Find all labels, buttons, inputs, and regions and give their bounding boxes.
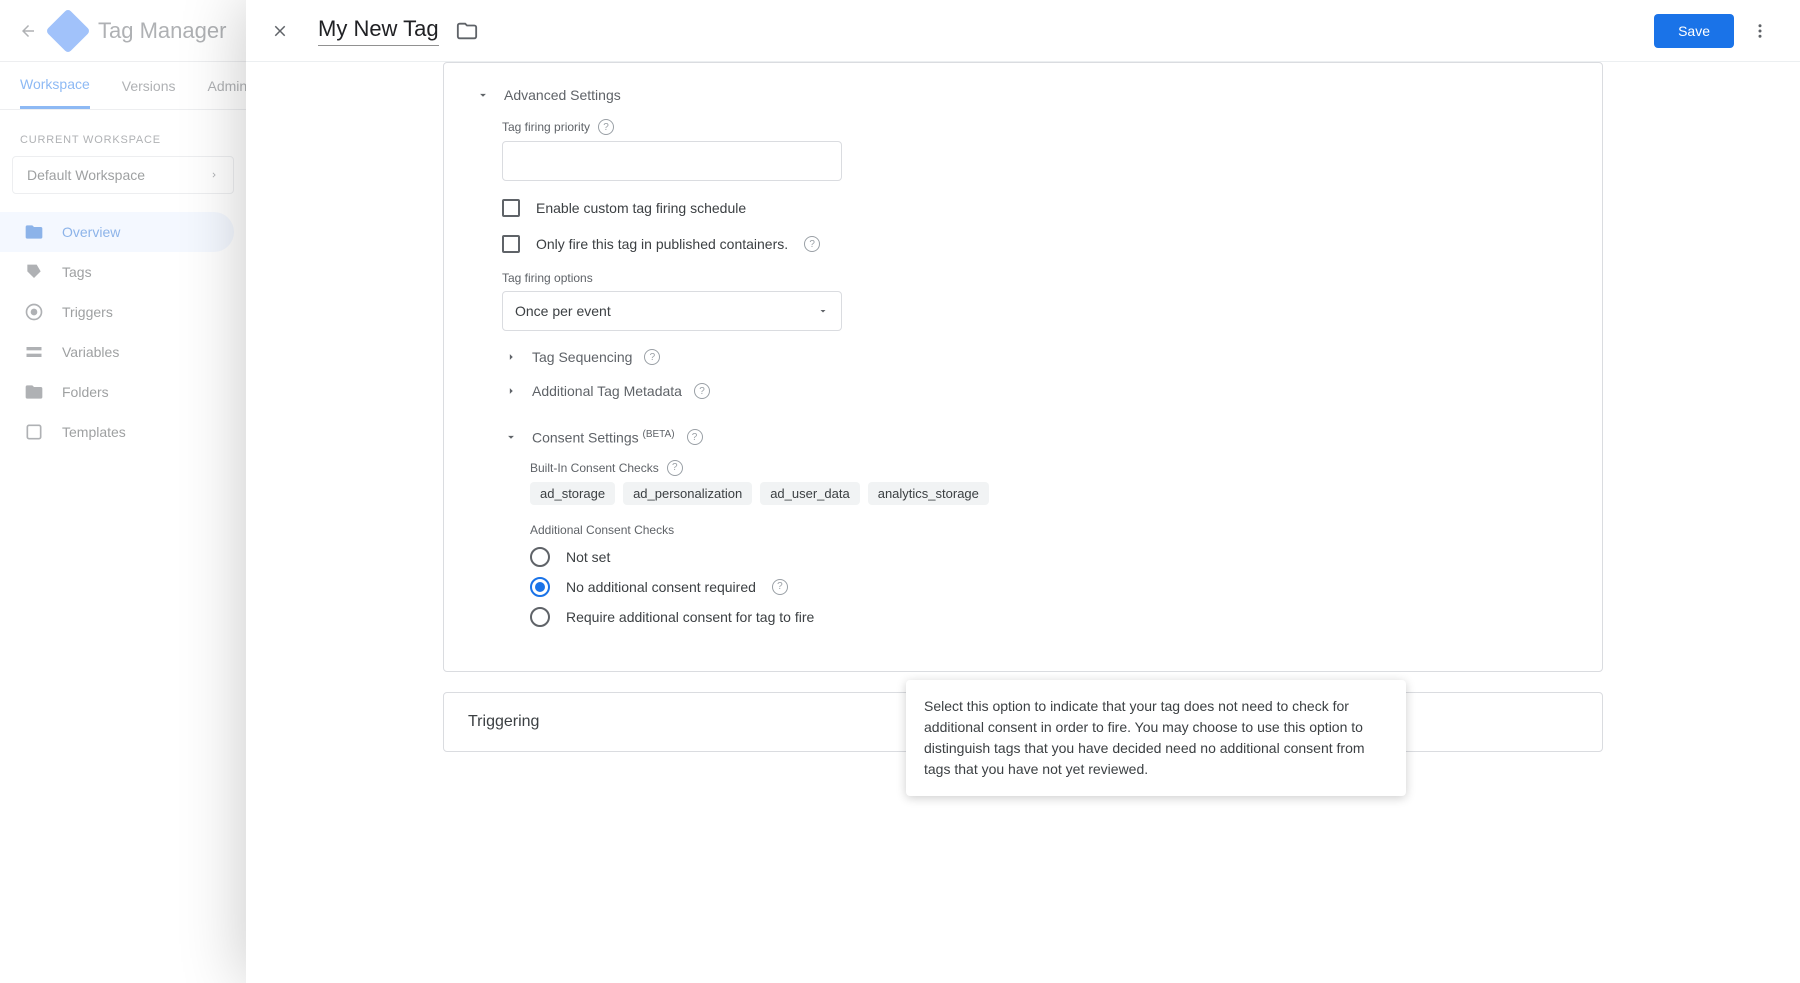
additional-metadata-toggle[interactable]: Additional Tag Metadata: [502, 383, 1572, 399]
dropdown-triangle-icon: [817, 305, 829, 317]
consent-settings-toggle[interactable]: Consent Settings (BETA): [502, 429, 1572, 446]
only-published-label: Only fire this tag in published containe…: [536, 236, 788, 252]
radio-label: Require additional consent for tag to fi…: [566, 609, 814, 625]
tag-sequencing-toggle[interactable]: Tag Sequencing: [502, 349, 1572, 365]
radio-label: Not set: [566, 549, 610, 565]
only-published-checkbox[interactable]: Only fire this tag in published containe…: [502, 235, 1572, 253]
help-icon[interactable]: [687, 429, 703, 445]
firing-options-label: Tag firing options: [502, 271, 593, 285]
consent-chip: ad_user_data: [760, 482, 860, 505]
help-icon[interactable]: [694, 383, 710, 399]
advanced-settings-toggle[interactable]: Advanced Settings: [474, 87, 1572, 103]
checkbox-icon: [502, 199, 520, 217]
radio-not-set[interactable]: Not set: [530, 547, 1572, 567]
radio-icon: [530, 547, 550, 567]
consent-chip: analytics_storage: [868, 482, 989, 505]
help-icon[interactable]: [667, 460, 683, 476]
firing-options-value: Once per event: [515, 303, 611, 319]
tooltip-text: Select this option to indicate that your…: [924, 698, 1365, 777]
help-icon[interactable]: [644, 349, 660, 365]
radio-icon: [530, 577, 550, 597]
tag-sequencing-label: Tag Sequencing: [532, 349, 632, 365]
consent-settings-label: Consent Settings (BETA): [532, 429, 675, 446]
builtin-checks-label: Built-In Consent Checks: [530, 461, 659, 475]
enable-schedule-checkbox[interactable]: Enable custom tag firing schedule: [502, 199, 1572, 217]
additional-checks-label: Additional Consent Checks: [530, 523, 674, 537]
additional-metadata-label: Additional Tag Metadata: [532, 383, 682, 399]
consent-chip: ad_personalization: [623, 482, 752, 505]
chevron-right-icon: [502, 384, 520, 398]
checkbox-icon: [502, 235, 520, 253]
chevron-down-icon: [502, 430, 520, 444]
radio-require-additional[interactable]: Require additional consent for tag to fi…: [530, 607, 1572, 627]
help-icon[interactable]: [598, 119, 614, 135]
chevron-right-icon: [502, 350, 520, 364]
priority-input[interactable]: [502, 141, 842, 181]
firing-options-select[interactable]: Once per event: [502, 291, 842, 331]
help-icon[interactable]: [772, 579, 788, 595]
chevron-down-icon: [474, 88, 492, 102]
help-icon[interactable]: [804, 236, 820, 252]
more-menu-icon[interactable]: [1742, 13, 1778, 49]
radio-icon: [530, 607, 550, 627]
radio-label: No additional consent required: [566, 579, 756, 595]
priority-label: Tag firing priority: [502, 120, 590, 134]
tag-name-input[interactable]: My New Tag: [318, 16, 439, 46]
help-tooltip: Select this option to indicate that your…: [906, 680, 1406, 796]
save-button[interactable]: Save: [1654, 14, 1734, 48]
enable-schedule-label: Enable custom tag firing schedule: [536, 200, 746, 216]
close-icon[interactable]: [268, 19, 292, 43]
consent-chip: ad_storage: [530, 482, 615, 505]
radio-no-additional[interactable]: No additional consent required: [530, 577, 1572, 597]
folder-icon[interactable]: [453, 17, 481, 45]
advanced-settings-label: Advanced Settings: [504, 87, 621, 103]
